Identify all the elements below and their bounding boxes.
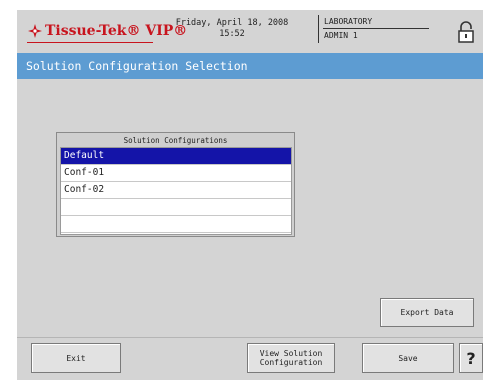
location-label: LABORATORY — [324, 17, 373, 26]
tissue-tek-logo-icon — [28, 24, 42, 38]
list-item[interactable]: Conf-02 — [61, 182, 291, 199]
user-name: ADMIN 1 — [324, 31, 358, 40]
panel-title: Solution Configurations — [123, 136, 228, 145]
list-item[interactable]: Conf-01 — [61, 165, 291, 182]
time-text: 15:52 — [219, 29, 245, 39]
page-title: Solution Configuration Selection — [17, 53, 483, 79]
header: Tissue-Tek® VIP® Friday, April 18, 2008 … — [17, 10, 483, 50]
view-solution-configuration-button[interactable]: View Solution Configuration — [247, 343, 335, 373]
app-window: Tissue-Tek® VIP® Friday, April 18, 2008 … — [17, 10, 483, 380]
date-time: Friday, April 18, 2008 15:52 — [167, 18, 297, 40]
view-button-label-line1: View Solution — [259, 349, 323, 358]
list-item[interactable]: Default — [61, 148, 291, 165]
user-info: LABORATORY ADMIN 1 — [318, 15, 429, 43]
user-divider — [323, 28, 429, 29]
date-text: Friday, April 18, 2008 — [175, 18, 289, 28]
brand-underline — [27, 42, 153, 43]
export-data-button[interactable]: Export Data — [380, 298, 474, 327]
list-item[interactable] — [61, 216, 291, 233]
brand-name: Tissue-Tek® VIP® — [45, 23, 188, 39]
configurations-list[interactable]: Default Conf-01 Conf-02 — [60, 147, 292, 235]
help-button[interactable]: ? — [459, 343, 483, 373]
exit-button[interactable]: Exit — [31, 343, 121, 373]
footer-divider — [17, 337, 483, 338]
view-button-label-line2: Configuration — [259, 358, 323, 367]
list-item[interactable] — [61, 199, 291, 216]
brand-logo: Tissue-Tek® VIP® — [27, 20, 187, 42]
save-button[interactable]: Save — [362, 343, 454, 373]
solution-configurations-panel: Solution Configurations Default Conf-01 … — [56, 132, 295, 237]
lock-icon[interactable] — [456, 20, 476, 44]
